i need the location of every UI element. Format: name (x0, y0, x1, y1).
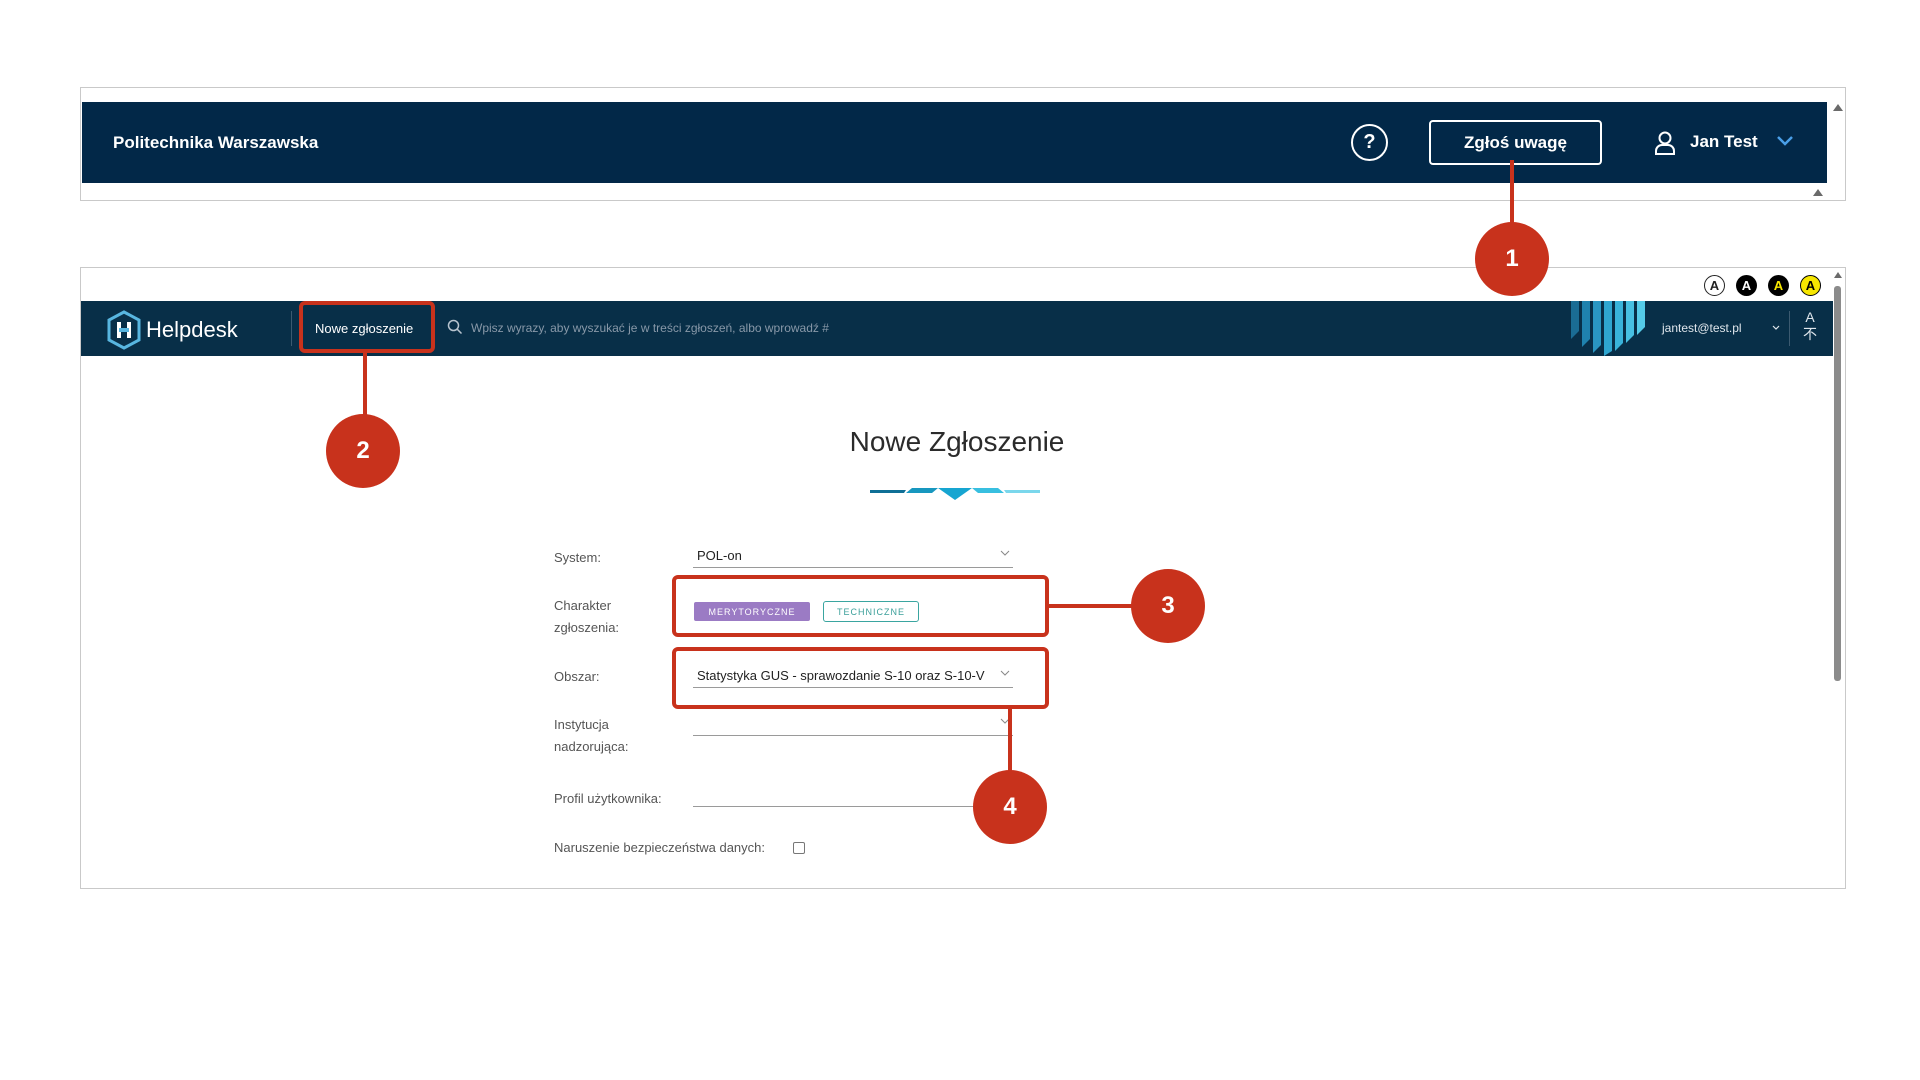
search-input[interactable]: Wpisz wyrazy, aby wyszukać je w treści z… (471, 321, 971, 335)
contrast-default-button[interactable]: A (1704, 275, 1725, 296)
title-decoration-icon (870, 488, 1040, 500)
charakter-label: Charakter (554, 598, 612, 613)
system-value: POL-on (697, 548, 742, 563)
brand-name[interactable]: Politechnika Warszawska (113, 133, 318, 153)
charakter-label-line2: zgłoszenia: (554, 620, 620, 635)
naruszenie-checkbox[interactable] (793, 842, 805, 854)
callout-badge-1: 1 (1475, 222, 1549, 296)
scroll-up-arrow[interactable] (1813, 189, 1823, 196)
system-label: System: (554, 550, 601, 565)
callout-highlight-2 (299, 301, 435, 353)
instytucja-select[interactable] (693, 712, 1013, 736)
divider (291, 311, 292, 346)
top-navbar: Politechnika Warszawska ? Zgłoś uwagę Ja… (82, 102, 1827, 183)
language-cjk-glyph: 不 (1803, 326, 1817, 342)
chevron-down-icon[interactable] (1776, 135, 1794, 147)
naruszenie-label: Naruszenie bezpieczeństwa danych: (554, 840, 766, 855)
search-icon (447, 319, 463, 335)
contrast-yellow-black-button[interactable]: A (1800, 275, 1821, 296)
callout-badge-4: 4 (973, 770, 1047, 844)
contrast-black-yellow-button[interactable]: A (1768, 275, 1789, 296)
accessibility-contrast-options: A A A A (1704, 275, 1821, 296)
callout-highlight-3 (672, 575, 1049, 637)
scroll-up-arrow[interactable] (1834, 272, 1842, 278)
callout-badge-2: 2 (326, 414, 400, 488)
user-icon[interactable] (1654, 131, 1676, 155)
callout-highlight-4 (672, 647, 1049, 709)
profil-input[interactable] (693, 783, 1013, 807)
language-switch-icon[interactable]: A 不 (1803, 309, 1817, 343)
chevron-down-icon (1000, 550, 1010, 556)
callout-connector-4 (1008, 709, 1012, 773)
instytucja-label: Instytucja (554, 717, 609, 732)
callout-connector-2 (363, 353, 367, 415)
report-feedback-button[interactable]: Zgłoś uwagę (1429, 120, 1602, 165)
contrast-black-white-button[interactable]: A (1736, 275, 1757, 296)
callout-connector-1 (1510, 160, 1514, 226)
callout-badge-3: 3 (1131, 569, 1205, 643)
helpdesk-logo-icon[interactable] (106, 310, 142, 350)
helpdesk-title[interactable]: Helpdesk (146, 317, 238, 343)
top-app-frame: Politechnika Warszawska ? Zgłoś uwagę Ja… (80, 87, 1846, 201)
system-select[interactable]: POL-on (693, 544, 1013, 568)
divider (1789, 311, 1790, 346)
callout-connector-3 (1049, 604, 1133, 608)
help-button[interactable]: ? (1351, 124, 1388, 161)
scrollbar-thumb[interactable] (1834, 286, 1841, 681)
instytucja-label-line2: nadzorująca: (554, 739, 629, 754)
scroll-up-arrow[interactable] (1833, 104, 1843, 111)
user-email-menu[interactable]: jantest@test.pl (1662, 321, 1742, 335)
language-latin-glyph: A (1805, 309, 1815, 325)
user-name[interactable]: Jan Test (1690, 132, 1758, 152)
decorative-bars-graphic (1571, 301, 1645, 356)
chevron-down-icon[interactable] (1772, 325, 1780, 331)
obszar-label: Obszar: (554, 669, 600, 684)
profil-label: Profil użytkownika: (554, 791, 662, 806)
